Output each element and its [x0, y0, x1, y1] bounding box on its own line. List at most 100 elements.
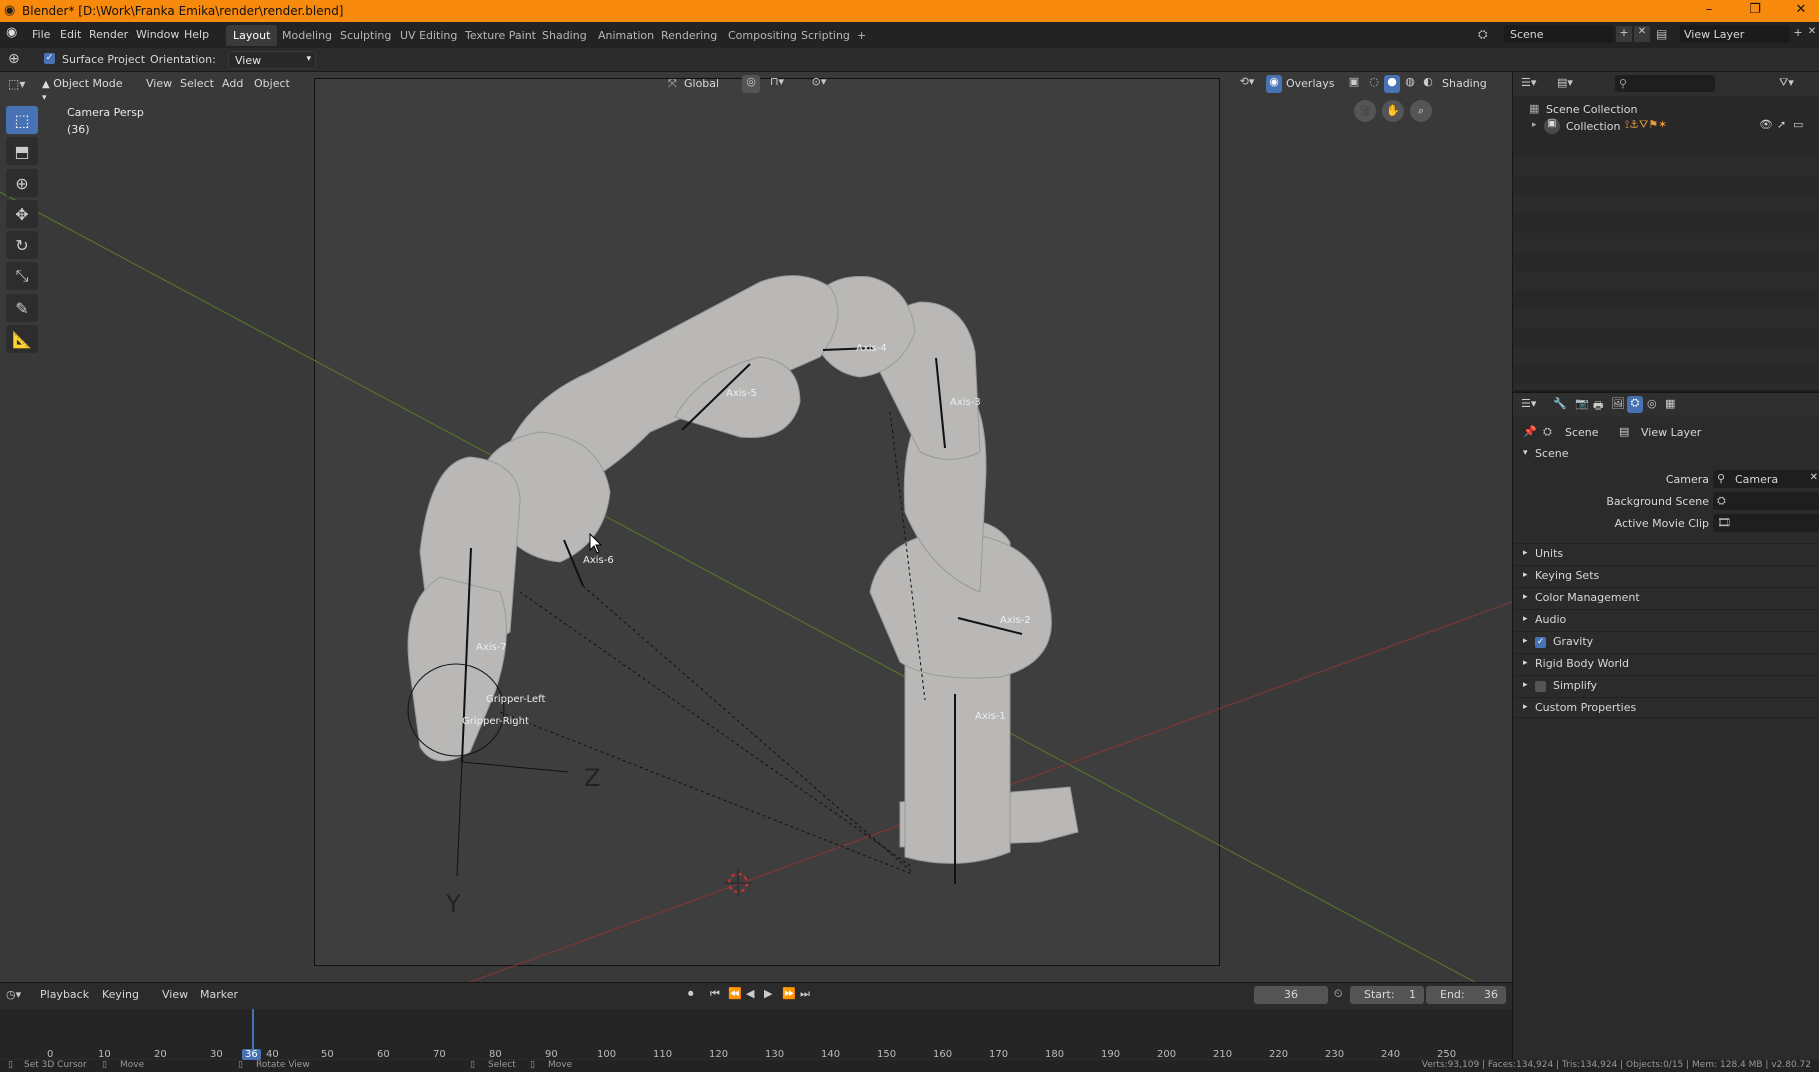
shading-wireframe-button[interactable]: ◌ — [1366, 75, 1382, 93]
mode-dropdown[interactable]: ▲ Object Mode ▾ — [38, 75, 134, 103]
current-frame-field[interactable]: 36 — [1254, 986, 1328, 1004]
collapse-arrow-icon[interactable]: ▾ — [1523, 448, 1528, 458]
3d-viewport[interactable]: Axis-1 Axis-2 Axis-3 Axis-4 Axis-5 Axis-… — [0, 72, 1512, 982]
gizmo-toggle-button[interactable]: ⟲▾ — [1232, 75, 1262, 93]
jump-end-button[interactable]: ⏭ — [800, 987, 810, 1001]
simplify-checkbox[interactable] — [1535, 681, 1546, 692]
display-mode-icon[interactable]: ▤▾ — [1557, 76, 1573, 89]
scene-collection-label[interactable]: Scene Collection — [1546, 103, 1637, 116]
background-scene-field[interactable]: ⛭ — [1713, 492, 1819, 510]
tab-rendering[interactable]: Rendering — [654, 25, 724, 46]
tab-texture-paint[interactable]: Texture Paint — [458, 25, 543, 46]
active-movie-clip-field[interactable]: 🎞 — [1713, 514, 1819, 532]
prev-keyframe-button[interactable]: ⏪ — [728, 987, 742, 1000]
close-window-button[interactable]: ✕ — [1786, 2, 1816, 20]
shading-dropdown[interactable]: Shading — [1442, 77, 1487, 90]
select-toggle-icon[interactable]: ➚ — [1777, 118, 1786, 131]
timeline-menu-marker[interactable]: Marker — [200, 988, 238, 1001]
tab-compositing[interactable]: Compositing — [721, 25, 804, 46]
overlays-dropdown[interactable]: Overlays — [1286, 77, 1335, 90]
view-layer-selector[interactable]: View Layer — [1680, 25, 1790, 43]
menu-file[interactable]: File — [32, 28, 50, 41]
viewport-menu-object[interactable]: Object — [254, 77, 290, 90]
outliner-editor-icon[interactable]: ☰▾ — [1521, 76, 1536, 89]
delete-scene-button[interactable]: ✕ — [1634, 26, 1650, 42]
texture-tab-icon[interactable]: ▦ — [1665, 397, 1675, 410]
viewport-menu-add[interactable]: Add — [222, 77, 243, 90]
camera-view-icon[interactable]: 🎥 — [1354, 100, 1376, 122]
restore-button[interactable]: ❐ — [1740, 2, 1770, 20]
end-frame-field[interactable]: End: 36 — [1426, 986, 1506, 1004]
panel-units[interactable]: ▸ Units — [1513, 543, 1819, 564]
panel-simplify[interactable]: ▸ Simplify — [1513, 675, 1819, 696]
preview-range-icon[interactable]: ⏲ — [1334, 987, 1343, 1001]
menu-edit[interactable]: Edit — [60, 28, 81, 41]
pivot-point-button[interactable]: ◎ — [742, 75, 760, 93]
overlays-toggle-button[interactable]: ◉ — [1266, 75, 1282, 93]
select-box-icon[interactable]: ⬚ — [6, 106, 38, 134]
panel-color-management[interactable]: ▸ Color Management — [1513, 587, 1819, 608]
add-workspace-button[interactable]: + — [850, 25, 873, 46]
tool-tab-icon[interactable]: 🔧 — [1553, 397, 1567, 410]
outliner-search-input[interactable]: ⚲ — [1615, 75, 1715, 92]
tab-animation[interactable]: Animation — [591, 25, 661, 46]
view-layer-tab-icon[interactable]: 🖼 — [1611, 397, 1625, 410]
jump-start-button[interactable]: ⏮ — [710, 987, 720, 1001]
tab-shading[interactable]: Shading — [535, 25, 594, 46]
panel-rigid-body-world[interactable]: ▸ Rigid Body World — [1513, 653, 1819, 674]
rotate-icon[interactable]: ↻ — [6, 231, 38, 259]
orientation-dropdown[interactable]: View ▾ — [228, 51, 316, 69]
panel-custom-properties[interactable]: ▸ Custom Properties — [1513, 697, 1819, 718]
menu-help[interactable]: Help — [184, 28, 209, 41]
panel-gravity[interactable]: ▸ ✓ Gravity — [1513, 631, 1819, 652]
camera-field[interactable]: ⚲ Camera ✕ — [1713, 470, 1819, 488]
delete-view-layer-button[interactable]: ✕ — [1806, 26, 1818, 42]
eye-icon[interactable]: 👁 — [1759, 118, 1773, 131]
proportional-edit-button[interactable]: ⊙▾ — [804, 75, 834, 93]
viewport-menu-view[interactable]: View — [146, 77, 172, 90]
filter-icon[interactable]: ⛛▾ — [1779, 76, 1794, 90]
surface-project-checkbox[interactable]: ✓ — [44, 53, 55, 64]
scene-tab-icon[interactable]: ⛭ — [1627, 396, 1643, 413]
expand-arrow-icon[interactable]: ▸ — [1532, 120, 1537, 130]
world-tab-icon[interactable]: ◎ — [1647, 397, 1657, 410]
timeline-menu-keying[interactable]: Keying — [102, 988, 139, 1001]
new-scene-button[interactable]: + — [1616, 26, 1632, 42]
shading-material-button[interactable]: ◍ — [1402, 75, 1418, 93]
cursor-icon[interactable]: ⬒ — [6, 137, 38, 165]
new-view-layer-button[interactable]: + — [1792, 26, 1804, 42]
next-keyframe-button[interactable]: ⏩ — [782, 987, 796, 1000]
record-button[interactable]: ⏺ — [688, 987, 694, 1001]
menu-render[interactable]: Render — [89, 28, 128, 41]
tab-modeling[interactable]: Modeling — [275, 25, 339, 46]
timeline-editor-icon[interactable]: ◷▾ — [6, 988, 21, 1001]
minimize-button[interactable]: – — [1694, 2, 1724, 20]
panel-audio[interactable]: ▸ Audio — [1513, 609, 1819, 630]
viewport-menu-select[interactable]: Select — [180, 77, 214, 90]
gravity-checkbox[interactable]: ✓ — [1535, 637, 1546, 648]
shading-rendered-button[interactable]: ◐ — [1420, 75, 1436, 93]
start-frame-field[interactable]: Start: 1 — [1350, 986, 1424, 1004]
panel-scene-header[interactable]: Scene — [1535, 447, 1569, 460]
play-reverse-button[interactable]: ◀ — [746, 987, 754, 1000]
shading-solid-button[interactable]: ● — [1384, 75, 1400, 93]
properties-editor-icon[interactable]: ☰▾ — [1521, 397, 1536, 410]
zoom-icon[interactable]: ⌕ — [1410, 100, 1432, 122]
xray-toggle-button[interactable]: ▣ — [1346, 75, 1362, 93]
timeline-menu-playback[interactable]: Playback — [40, 988, 89, 1001]
move-icon[interactable]: ✥ — [6, 200, 38, 228]
scene-selector[interactable]: Scene — [1504, 25, 1614, 43]
tab-scripting[interactable]: Scripting — [794, 25, 857, 46]
tab-sculpting[interactable]: Sculpting — [333, 25, 398, 46]
play-button[interactable]: ▶ — [764, 987, 772, 1000]
panel-keying-sets[interactable]: ▸ Keying Sets — [1513, 565, 1819, 586]
snap-button[interactable]: ⊓▾ — [762, 75, 792, 93]
collection-label[interactable]: Collection — [1566, 120, 1620, 133]
measure-icon[interactable]: 📐 — [6, 325, 38, 353]
menu-window[interactable]: Window — [136, 28, 179, 41]
transform-orientation-dropdown[interactable]: Global — [684, 77, 719, 90]
clear-camera-icon[interactable]: ✕ — [1810, 472, 1818, 483]
tab-uv-editing[interactable]: UV Editing — [393, 25, 464, 46]
pan-hand-icon[interactable]: ✋ — [1382, 100, 1404, 122]
render-tab-icon[interactable]: 📷 — [1575, 397, 1589, 410]
